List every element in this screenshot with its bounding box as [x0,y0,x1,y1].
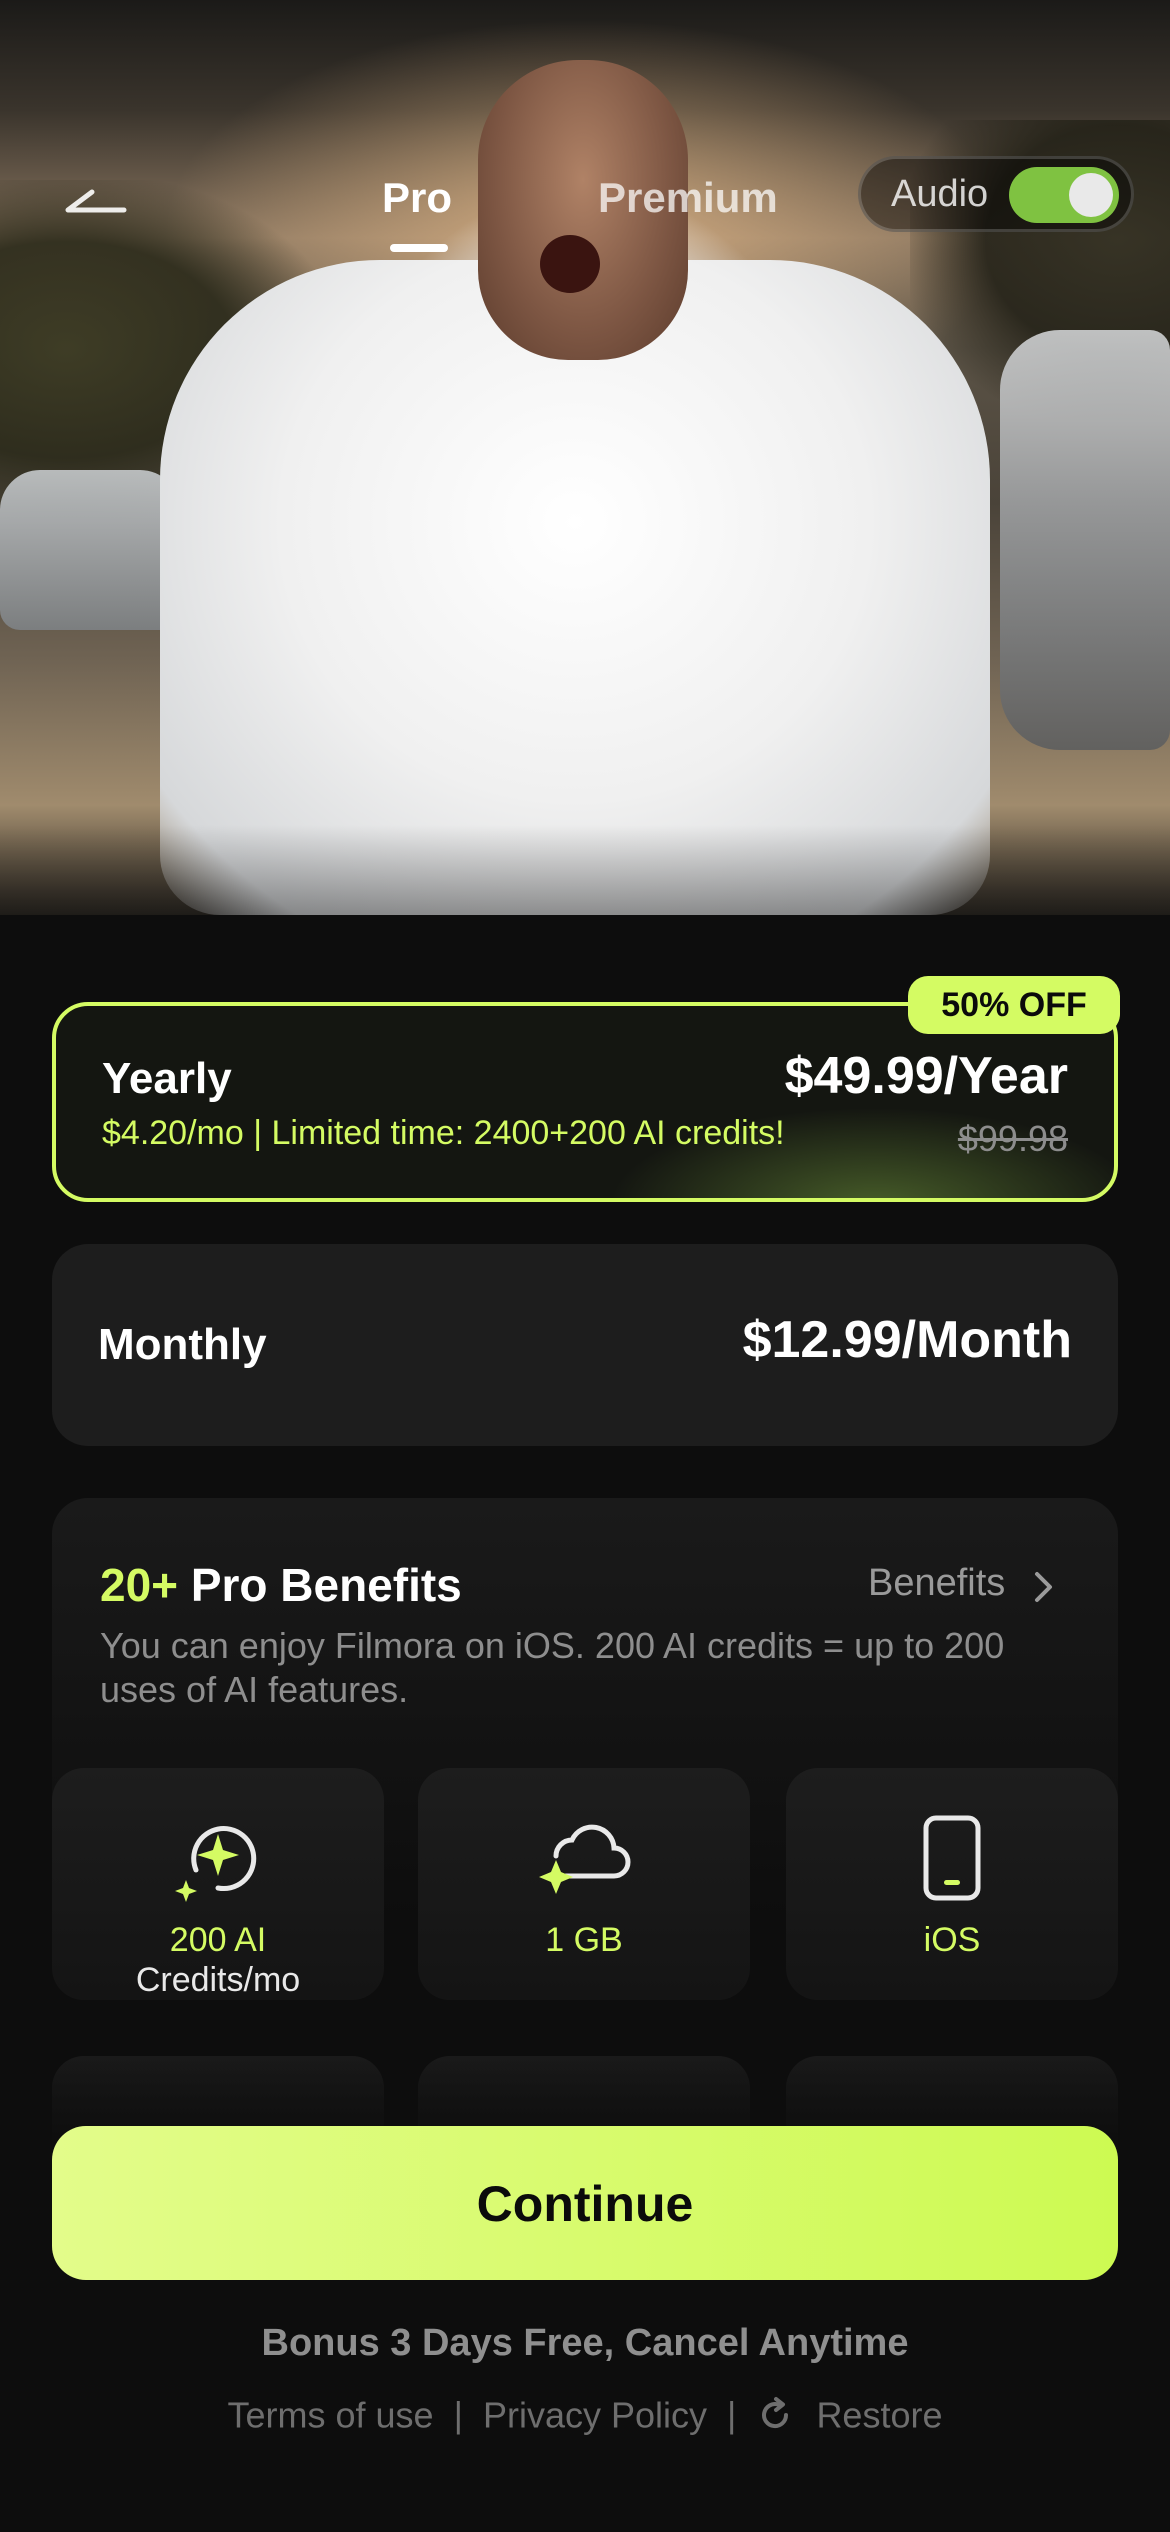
benefit-storage-amount: 1 GB [545,1921,623,1959]
footer-separator: | [727,2394,737,2436]
cloud-sparkle-icon [539,1824,631,1894]
continue-button[interactable]: Continue [52,2126,1118,2280]
bonus-text: Bonus 3 Days Free, Cancel Anytime [261,2322,909,2364]
plan-monthly-option[interactable]: Monthly $12.99/Month [52,1244,1118,1446]
person-mouth [540,235,600,293]
restore-link[interactable]: Restore [816,2394,942,2435]
privacy-link[interactable]: Privacy Policy [483,2394,707,2435]
hero-fade [0,825,1170,915]
bottom-fade-overlay [0,2050,1170,2532]
benefit-tile-label: iOS [786,1920,1118,1960]
benefit-ai-credits-amount: 200 AI [169,1921,267,1959]
phone-icon [923,1815,981,1901]
benefits-description: You can enjoy Filmora on iOS. 200 AI cre… [100,1625,1005,1710]
plan-yearly-name: Yearly [102,1054,232,1103]
benefit-ai-credits-unit: Credits/mo [135,1961,301,1999]
chevron-right-icon[interactable] [1032,1570,1056,1604]
restore-icon[interactable] [756,2396,794,2434]
plan-monthly-name: Monthly [98,1320,267,1369]
footer-separator: | [453,2394,463,2436]
audio-toggle-knob [1069,173,1113,217]
benefit-tile-ai-credits: 200 AI Credits/mo [52,1768,384,2000]
terms-link[interactable]: Terms of use [228,2394,434,2435]
background-car-left [0,470,180,630]
back-arrow-icon [65,189,127,213]
benefits-link[interactable]: Benefits [868,1562,1005,1605]
tab-premium[interactable]: Premium [598,168,778,228]
plan-monthly-price: $12.99/Month [742,1311,1072,1369]
background-car-right [1000,330,1170,750]
back-button[interactable] [62,180,132,220]
benefit-platform: iOS [923,1921,981,1959]
audio-label: Audio [891,173,989,215]
tab-pro[interactable]: Pro [382,168,452,228]
footer-links: Terms of use | Privacy Policy | Restore [0,2392,1170,2436]
discount-badge: 50% OFF [908,976,1120,1034]
audio-toggle[interactable] [1009,167,1119,223]
hero-preview-image [0,0,1170,915]
plan-yearly-price: $49.99/Year [784,1047,1068,1105]
benefit-tile-label: 1 GB [418,1920,750,1960]
benefits-title-text: Pro Benefits [190,1559,462,1611]
benefits-title: 20+ Pro Benefits [100,1558,462,1612]
active-tab-indicator [390,244,448,252]
plan-yearly-original-price: $99.98 [957,1118,1068,1159]
ai-credits-icon [175,1826,257,1902]
audio-control: Audio [858,156,1134,232]
benefits-title-count: 20+ [100,1559,179,1611]
benefit-tile-cloud-storage: 1 GB [418,1768,750,2000]
plan-yearly-subtitle: $4.20/mo | Limited time: 2400+200 AI cre… [102,1114,785,1152]
benefit-tile-ios: iOS [786,1768,1118,2000]
benefit-tile-label: 200 AI Credits/mo [52,1920,384,2000]
